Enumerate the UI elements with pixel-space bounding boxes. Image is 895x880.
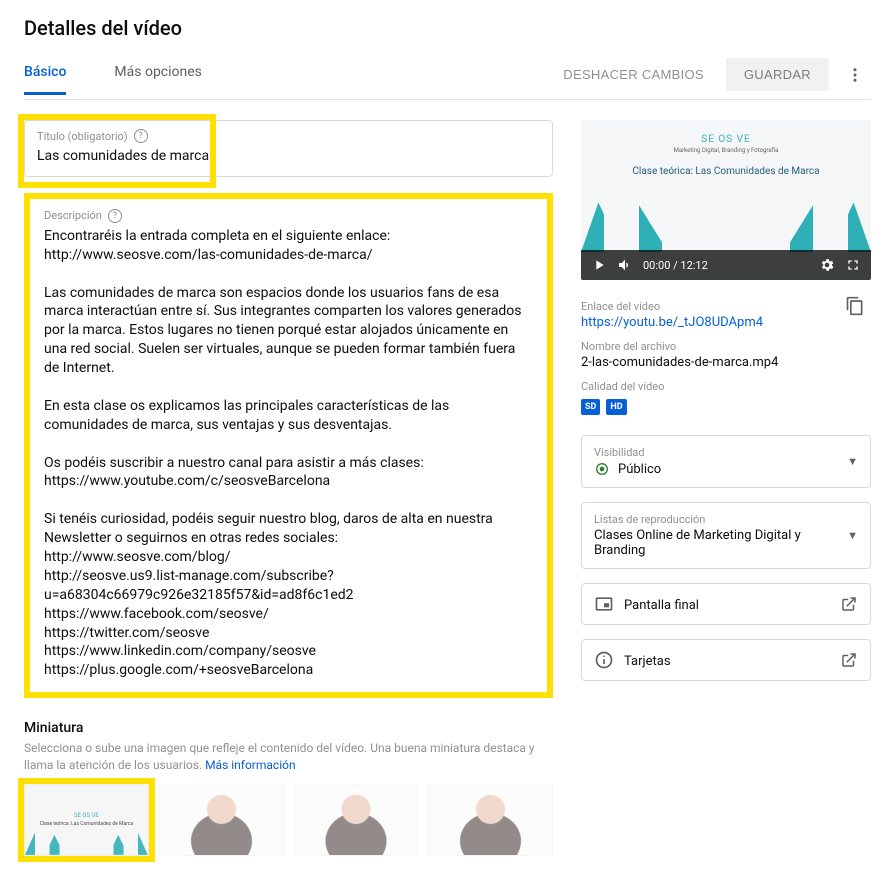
thumbnails-title: Miniatura [24,720,553,736]
thumbnail-option[interactable]: SE OS VE Clase teórica: Las Comunidades … [24,784,149,856]
settings-icon[interactable] [819,257,835,273]
thumbnail-option[interactable] [159,784,284,856]
filename-label: Nombre del archivo [581,340,871,353]
description-input[interactable]: Descripción ? Encontraréis la entrada co… [32,201,545,690]
visibility-public-icon [594,461,610,477]
tab-more-options[interactable]: Más opciones [114,64,201,94]
page-title: Detalles del vídeo [24,16,871,40]
chevron-down-icon: ▼ [847,529,858,542]
title-input-label: Título (obligatorio) [37,130,128,143]
title-input-value[interactable]: Las comunidades de marca [37,147,540,166]
video-link[interactable]: https://youtu.be/_tJO8UDApm4 [581,315,763,330]
endscreen-icon [594,594,614,614]
play-icon[interactable] [591,257,607,273]
filename-value: 2-las-comunidades-de-marca.mp4 [581,355,871,370]
fullscreen-icon[interactable] [845,257,861,273]
quality-label: Calidad del vídeo [581,380,871,393]
discard-button[interactable]: DESHACER CAMBIOS [551,59,716,90]
preview-brand: SE OS VE [581,120,871,145]
video-link-label: Enlace del vídeo [581,300,763,313]
chevron-down-icon: ▼ [847,455,858,468]
description-input-label: Descripción [44,209,102,222]
info-icon [594,650,614,670]
tab-basic[interactable]: Básico [24,64,66,94]
help-icon[interactable]: ? [134,129,148,143]
visibility-select[interactable]: Visibilidad Público ▼ [581,435,871,488]
thumbnail-option[interactable] [428,784,553,856]
help-icon[interactable]: ? [108,209,122,223]
endscreen-button[interactable]: Pantalla final [581,583,871,625]
playlists-select[interactable]: Listas de reproducción Clases Online de … [581,502,871,569]
time-display: 00:00 / 12:12 [643,259,708,272]
thumbnails-desc: Selecciona o sube una imagen que refleje… [24,740,553,774]
thumbnail-option[interactable] [294,784,419,856]
preview-brand-sub: Marketing Digital, Branding y Fotografía [581,147,871,154]
open-icon [840,651,858,669]
thumbnails-more-link[interactable]: Más información [205,758,296,772]
header-row: Básico Más opciones DESHACER CAMBIOS GUA… [24,58,871,100]
quality-badge-sd: SD [581,399,600,415]
video-preview[interactable]: SE OS VE Marketing Digital, Branding y F… [581,120,871,280]
preview-slide-title: Clase teórica: Las Comunidades de Marca [581,166,871,177]
visibility-label: Visibilidad [594,446,837,459]
copy-link-icon[interactable] [839,290,871,322]
thumbnails-row: SE OS VE Clase teórica: Las Comunidades … [24,784,553,856]
title-input[interactable]: Título (obligatorio) ? Las comunidades d… [24,120,553,177]
quality-badge-hd: HD [606,399,626,415]
volume-icon[interactable] [617,257,633,273]
playlists-label: Listas de reproducción [594,513,837,526]
overflow-menu-icon[interactable] [839,59,871,91]
save-button[interactable]: GUARDAR [726,58,829,91]
description-input-value[interactable]: Encontraréis la entrada completa en el s… [44,227,533,680]
open-icon [840,595,858,613]
cards-button[interactable]: Tarjetas [581,639,871,681]
